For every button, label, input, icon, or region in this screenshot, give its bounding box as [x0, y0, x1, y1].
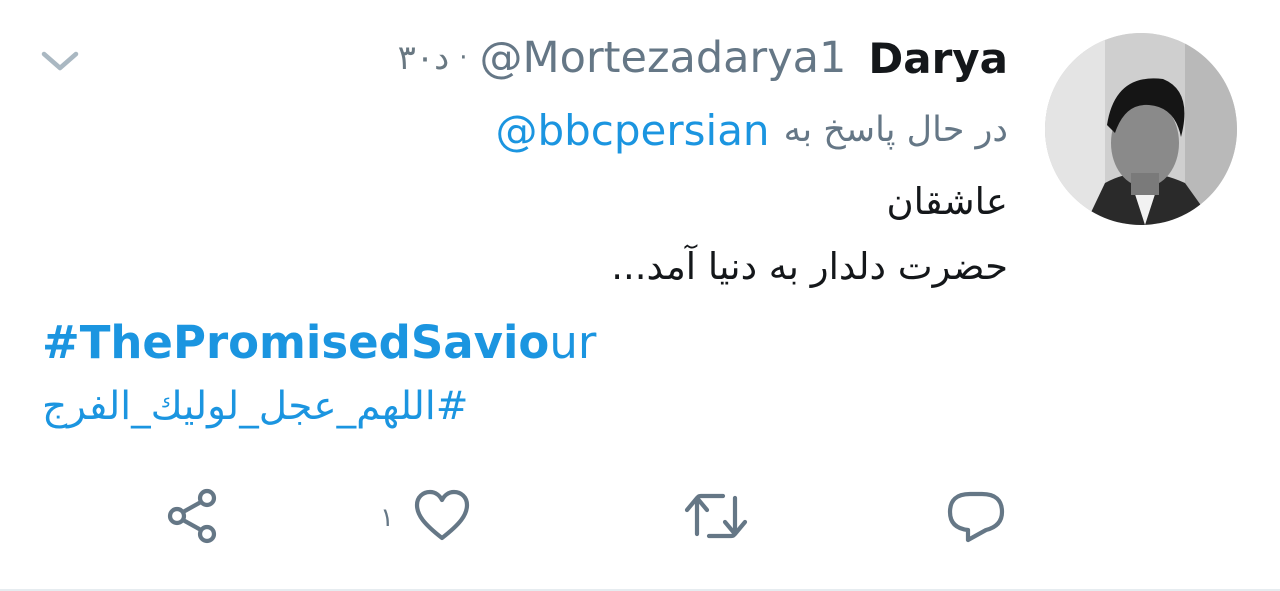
replying-to: @bbcpersian در حال پاسخ به	[495, 100, 1008, 160]
like-icon	[412, 486, 472, 550]
chevron-down-icon[interactable]	[38, 44, 82, 78]
tweet-header: ۳۰د · @Mortezadarya1 Darya	[398, 28, 1008, 88]
separator-dot: ·	[459, 43, 468, 73]
replying-label: در حال پاسخ به	[783, 110, 1008, 150]
author-handle[interactable]: @Mortezadarya1	[480, 33, 847, 83]
author-name[interactable]: Darya	[868, 34, 1008, 83]
retweet-button[interactable]	[683, 488, 749, 548]
tweet-text-line: حضرت دلدار به دنیا آمد...	[611, 245, 1008, 288]
like-button[interactable]: ۱	[380, 488, 472, 548]
like-count: ۱	[380, 503, 394, 533]
reply-mention-link[interactable]: @bbcpersian	[495, 106, 769, 155]
hashtag-bold-part: #ThePromisedSavio	[42, 316, 550, 369]
hashtag-rest-part: ur	[549, 316, 597, 369]
reply-button[interactable]	[946, 488, 1006, 548]
retweet-icon	[683, 486, 749, 550]
tweet-text-line: عاشقان	[886, 180, 1008, 223]
share-icon	[163, 486, 223, 550]
avatar[interactable]	[1045, 33, 1237, 225]
reply-icon	[946, 486, 1006, 550]
tweet-card[interactable]: ۳۰د · @Mortezadarya1 Darya @bbcpersian د…	[0, 0, 1280, 591]
share-button[interactable]	[163, 488, 223, 548]
tweet-time[interactable]: ۳۰د	[398, 38, 450, 78]
hashtag-link[interactable]: #اللهم_عجل_لولیك_الفرج	[42, 384, 468, 429]
hashtag-link[interactable]: #ThePromisedSaviour	[42, 316, 596, 369]
